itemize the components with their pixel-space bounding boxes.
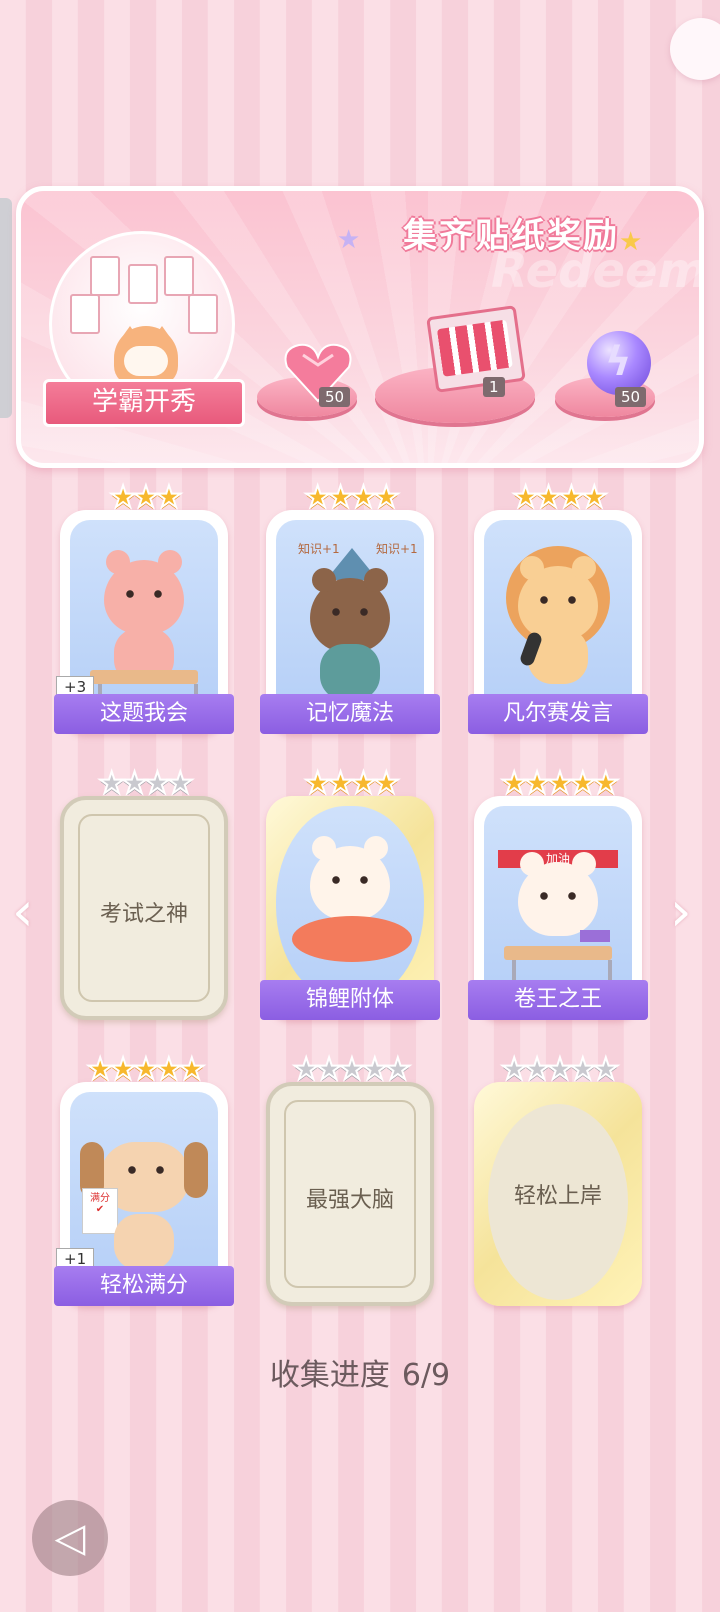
test-paper-icon: 满分 ✔ (82, 1188, 118, 1234)
sticker-label: 记忆魔法 (260, 694, 440, 734)
sticker-card[interactable]: ★★★★ 锦鲤附体 (260, 765, 440, 1020)
progress-label: 收集进度 (269, 1358, 390, 1393)
rating-stars: ★★★★ (303, 479, 401, 516)
otter-icon (310, 568, 390, 652)
sticker-label: 轻松满分 (54, 1266, 234, 1306)
sticker-card[interactable]: ★★★ +3 这题我会 (54, 479, 234, 734)
rating-stars: ★★★★ (303, 765, 401, 802)
bear-with-koi-illustration (276, 806, 424, 1002)
reward-banner: Redeem ★ ★ 集齐贴纸奖励 学霸开秀 50 1 ϟ 50 (16, 186, 704, 468)
purple-energy-orb-icon: ϟ (587, 331, 651, 395)
rating-stars: ★★★★ (511, 479, 609, 516)
koi-fish-icon (292, 916, 412, 962)
lion-with-microphone-illustration (484, 520, 632, 716)
collection-progress: 收集进度 6/9 (0, 1350, 720, 1394)
side-drawer-handle[interactable] (0, 198, 12, 418)
rating-stars: ★★★★★ (500, 1051, 620, 1088)
sticker-label: 凡尔赛发言 (468, 694, 648, 734)
banner-badge: 学霸开秀 (43, 379, 245, 427)
sticker-label: 最强大脑 (305, 1188, 394, 1213)
banner-title: 集齐贴纸奖励 (403, 216, 619, 256)
white-bear-icon (310, 836, 390, 920)
rating-stars: ★★★ (109, 479, 184, 516)
reward-count: 50 (319, 387, 351, 407)
books-icon (580, 930, 610, 942)
rating-stars: ★★★★★ (86, 1051, 206, 1088)
sticker-label: 这题我会 (54, 694, 234, 734)
studying-cat-illustration: 加油 (484, 806, 632, 1002)
chevron-right-icon[interactable]: › (670, 880, 692, 943)
gift-box-icon (426, 305, 526, 393)
back-icon[interactable]: ◁ (32, 1500, 108, 1576)
sticker-card[interactable]: 加油 ★★★★★ 卷王之王 (468, 765, 648, 1020)
sticker-card-locked[interactable]: 轻松上岸 ★★★★★ (474, 1051, 642, 1306)
sticker-label: 考试之神 (99, 902, 188, 927)
cat-icon (518, 852, 598, 936)
sticker-label: 锦鲤附体 (260, 980, 440, 1020)
sticker-label: 轻松上岸 (513, 1184, 602, 1209)
app-shortcut-icon[interactable] (670, 18, 720, 80)
sticker-card[interactable]: 满分 ✔ ★★★★★ +1 轻松满分 (54, 1051, 234, 1306)
sticker-card[interactable]: 知识+1 知识+1 ★★★★ 记忆魔法 (260, 479, 440, 734)
rating-stars: ★★★★★ (500, 765, 620, 802)
star-decoration-icon: ★ (337, 225, 361, 255)
rating-stars: ★★★★★ (292, 1051, 412, 1088)
progress-value: 6/9 (401, 1358, 451, 1393)
cat-mascot-icon (114, 326, 178, 386)
sticker-card-locked[interactable]: 最强大脑 ★★★★★ (266, 1051, 434, 1306)
bear-icon (104, 550, 184, 634)
chevron-left-icon[interactable]: ‹ (12, 880, 34, 943)
sticker-label: 卷王之王 (468, 980, 648, 1020)
reward-count: 1 (483, 377, 505, 397)
reward-count: 50 (615, 387, 647, 407)
sticker-card[interactable]: ★★★★ 凡尔赛发言 (468, 479, 648, 734)
sticker-card-locked[interactable]: 考试之神 ★★★★ (60, 765, 228, 1020)
otter-wizard-illustration: 知识+1 知识+1 (276, 520, 424, 716)
rating-stars: ★★★★ (97, 765, 195, 802)
